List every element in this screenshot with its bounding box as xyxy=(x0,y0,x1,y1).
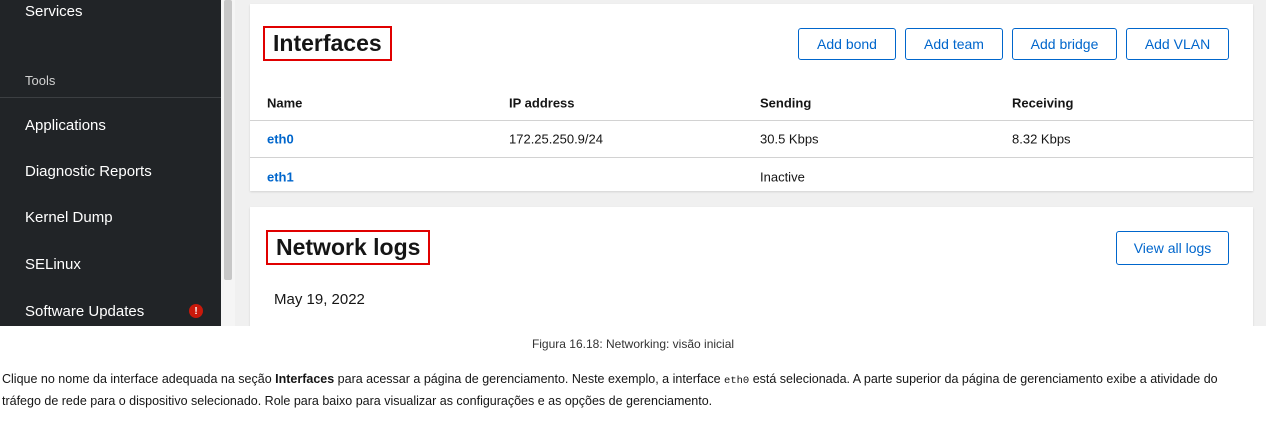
sidebar-item-label: Diagnostic Reports xyxy=(25,162,152,180)
sidebar-item-services[interactable]: Services xyxy=(0,0,221,34)
sidebar-item-label: Kernel Dump xyxy=(25,208,113,226)
sidebar-item-software-updates[interactable]: Software Updates ! xyxy=(0,288,221,326)
interface-ip: 172.25.250.9/24 xyxy=(509,131,603,147)
alert-icon: ! xyxy=(189,304,203,318)
network-logs-title: Network logs xyxy=(266,230,431,265)
interface-link-eth0[interactable]: eth0 xyxy=(267,132,294,147)
sidebar-section-tools: Tools xyxy=(0,62,221,98)
paragraph-text: Clique no nome da interface adequada na … xyxy=(2,372,276,386)
interfaces-card: Interfaces Add bond Add team Add bridge … xyxy=(250,4,1253,191)
interfaces-title: Interfaces xyxy=(263,26,392,61)
sidebar: Services Tools Applications Diagnostic R… xyxy=(0,0,221,326)
log-date: May 19, 2022 xyxy=(274,291,365,308)
add-team-button[interactable]: Add team xyxy=(905,28,1003,60)
column-header-ip[interactable]: IP address xyxy=(509,96,575,111)
screenshot: Services Tools Applications Diagnostic R… xyxy=(0,0,1266,326)
sidebar-divider xyxy=(0,97,221,98)
paragraph-bold: Interfaces xyxy=(275,372,335,386)
table-header-row: Name IP address Sending Receiving xyxy=(250,86,1253,121)
sidebar-section-label: Tools xyxy=(25,72,56,88)
column-header-receiving[interactable]: Receiving xyxy=(1012,96,1073,111)
table-row[interactable]: eth1 Inactive xyxy=(250,158,1253,195)
add-bridge-button[interactable]: Add bridge xyxy=(1012,28,1117,60)
interfaces-table: Name IP address Sending Receiving eth0 1… xyxy=(250,86,1253,195)
paragraph-code: eth0 xyxy=(724,375,750,387)
add-bond-button[interactable]: Add bond xyxy=(798,28,896,60)
figure-caption: Figura 16.18: Networking: visão inicial xyxy=(531,337,735,351)
column-header-sending[interactable]: Sending xyxy=(760,96,811,111)
sidebar-item-label: Services xyxy=(25,2,83,20)
scrollbar-thumb[interactable] xyxy=(224,0,232,280)
network-logs-card: Network logs View all logs May 19, 2022 xyxy=(250,207,1253,326)
interface-sending: Inactive xyxy=(760,169,805,184)
interface-sending: 30.5 Kbps xyxy=(760,131,819,147)
body-paragraph: Clique no nome da interface adequada na … xyxy=(2,369,1252,411)
sidebar-item-selinux[interactable]: SELinux xyxy=(0,241,221,287)
table-row[interactable]: eth0 172.25.250.9/24 30.5 Kbps 8.32 Kbps xyxy=(250,121,1253,158)
interface-receiving: 8.32 Kbps xyxy=(1012,131,1071,147)
sidebar-item-diagnostic-reports[interactable]: Diagnostic Reports xyxy=(0,148,221,194)
view-all-logs-button[interactable]: View all logs xyxy=(1116,231,1229,265)
sidebar-item-applications[interactable]: Applications xyxy=(0,102,221,148)
sidebar-item-label: Software Updates xyxy=(25,302,145,320)
column-header-name[interactable]: Name xyxy=(267,96,302,111)
add-vlan-button[interactable]: Add VLAN xyxy=(1126,28,1229,60)
sidebar-item-label: Applications xyxy=(25,116,106,134)
interface-link-eth1[interactable]: eth1 xyxy=(267,169,294,184)
paragraph-text: para acessar a página de gerenciamento. … xyxy=(334,372,725,386)
sidebar-item-kernel-dump[interactable]: Kernel Dump xyxy=(0,194,221,240)
sidebar-item-label: SELinux xyxy=(25,255,81,273)
